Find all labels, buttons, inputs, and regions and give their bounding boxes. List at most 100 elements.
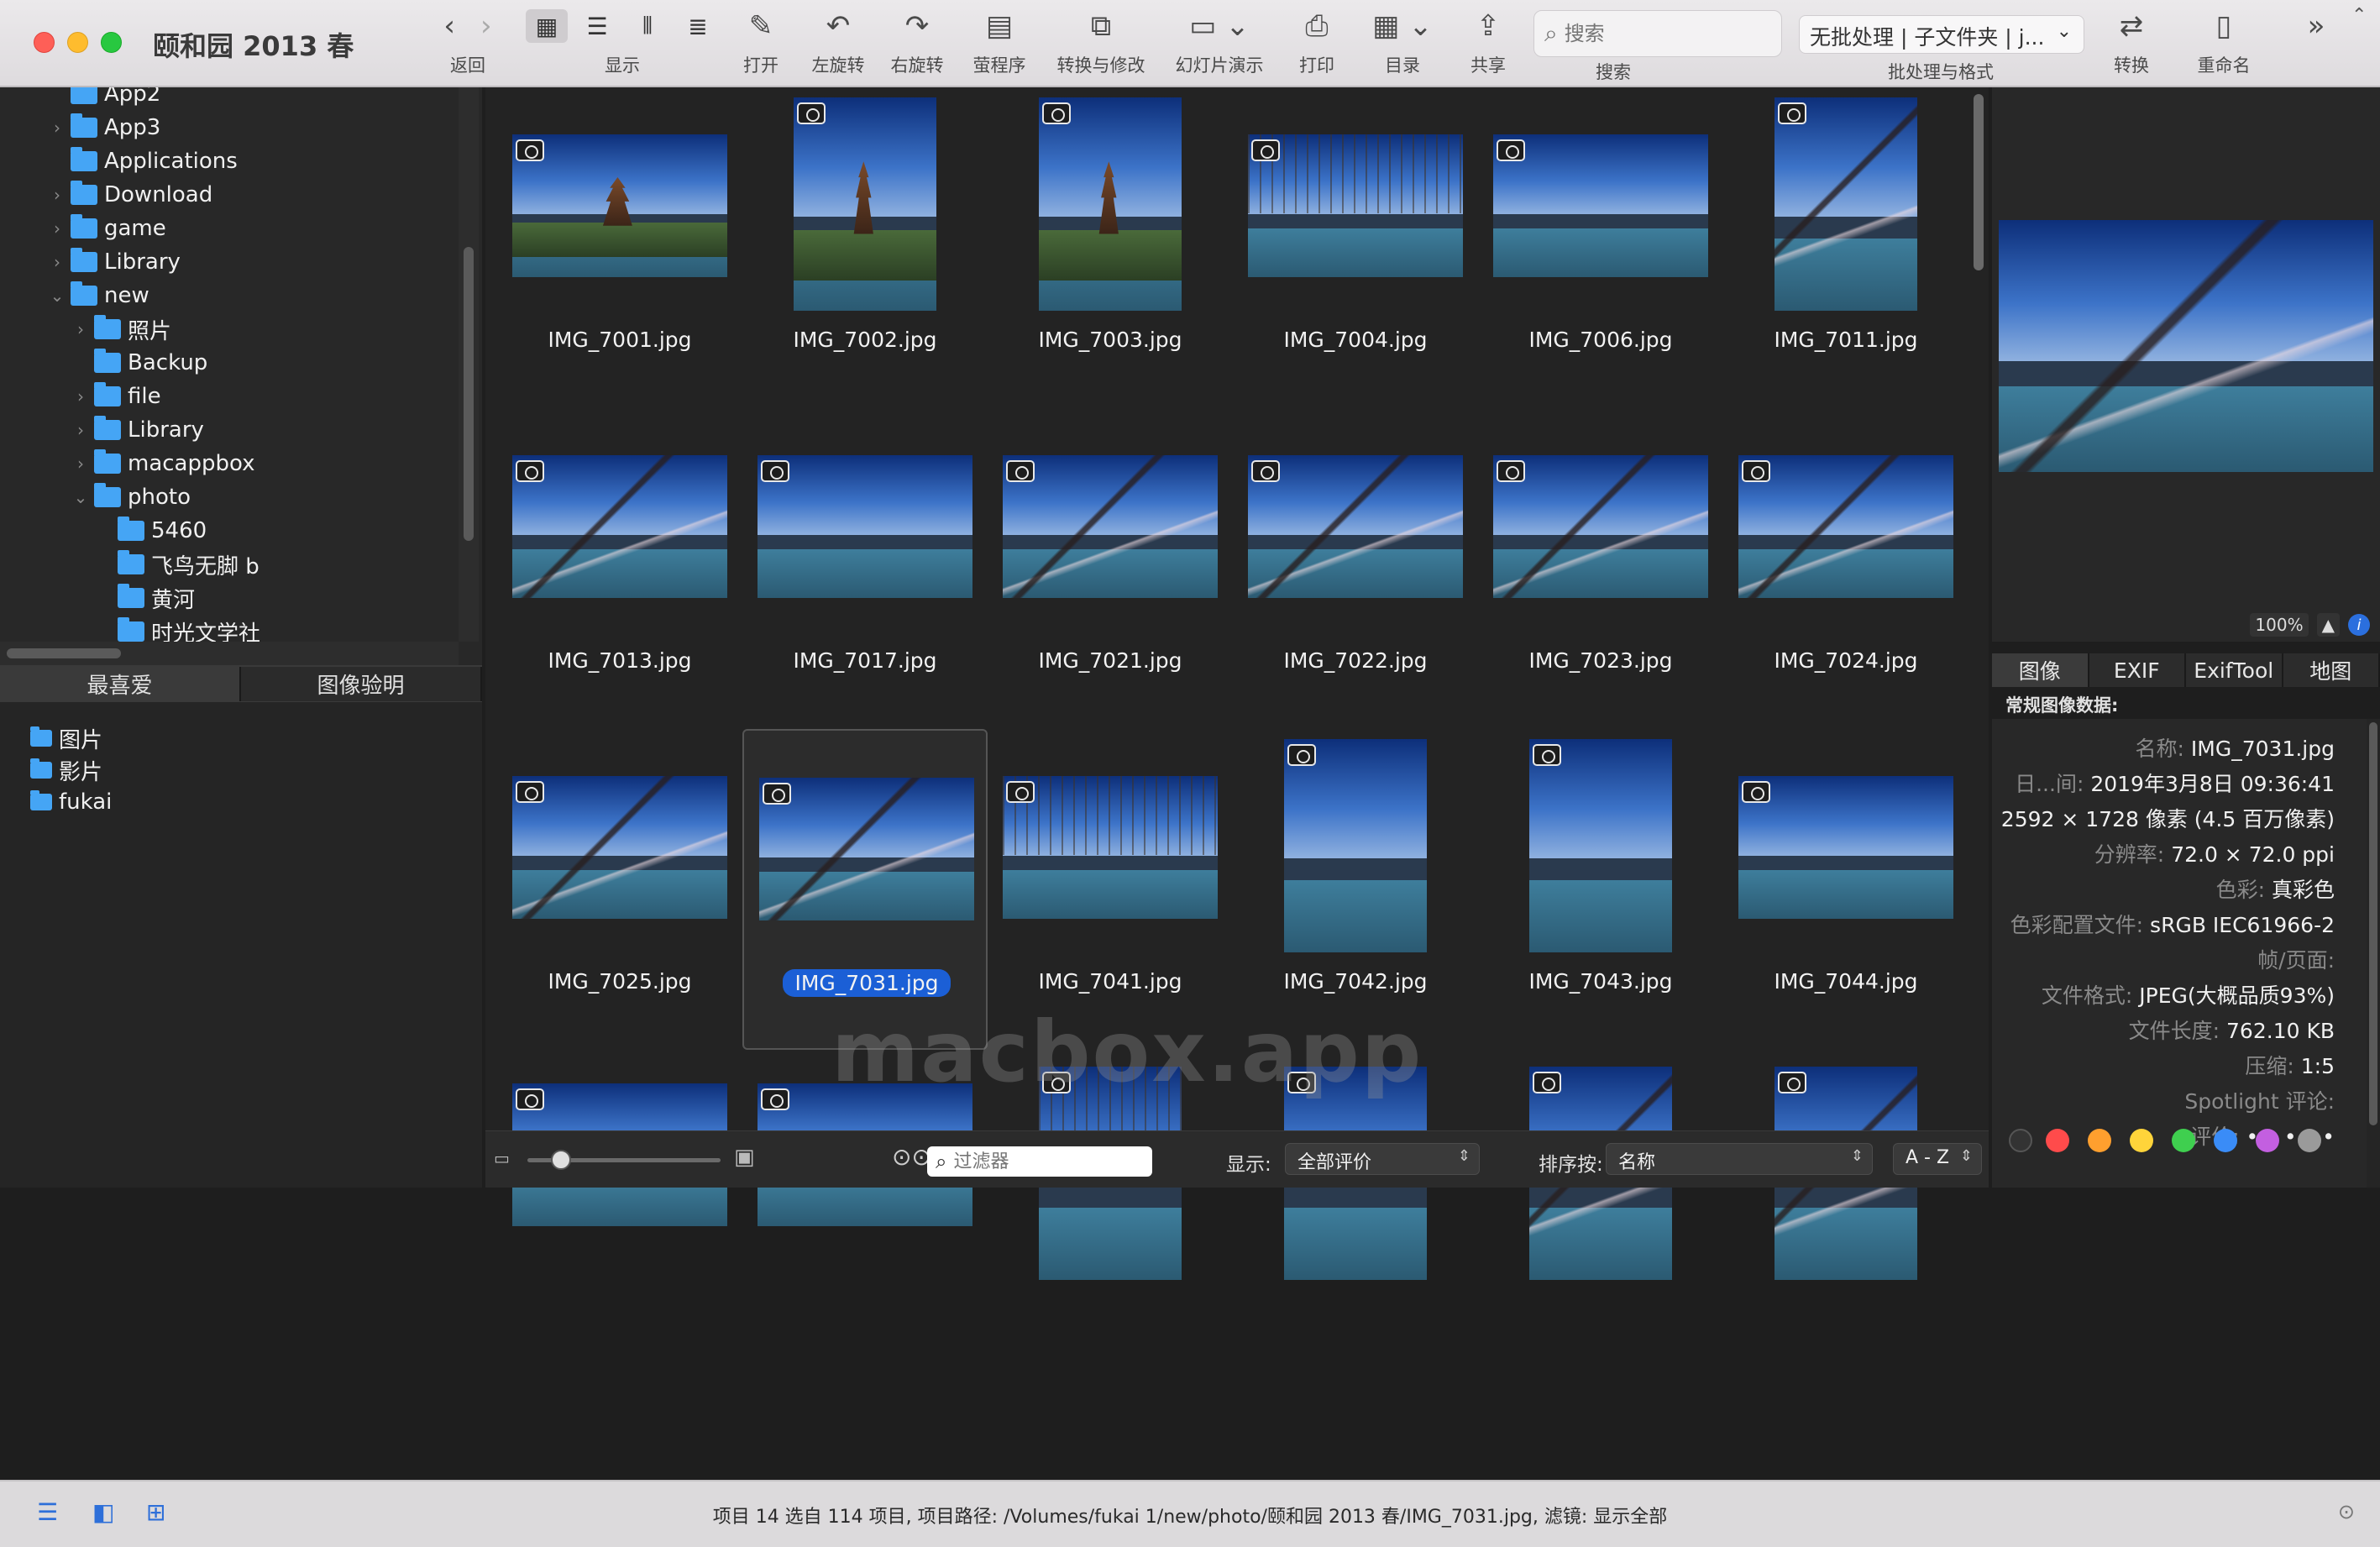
tab-exiftool[interactable]: ExifTool bbox=[2186, 653, 2283, 687]
photo-thumbnail[interactable] bbox=[758, 455, 972, 598]
tree-item[interactable]: 飞鸟无脚 b bbox=[94, 548, 259, 581]
color-label-dot[interactable] bbox=[2298, 1129, 2321, 1152]
color-label-dot[interactable] bbox=[2088, 1129, 2111, 1152]
photo-thumbnail[interactable] bbox=[1039, 97, 1182, 311]
preview-image[interactable] bbox=[1999, 220, 2373, 472]
filter-field[interactable]: ⌕ bbox=[927, 1146, 1152, 1177]
photo-thumbnail[interactable] bbox=[512, 134, 727, 277]
search-field[interactable]: ⌕ bbox=[1533, 10, 1782, 57]
color-label-dot[interactable] bbox=[2046, 1129, 2069, 1152]
tree-item[interactable]: ⌄ new bbox=[47, 279, 149, 312]
tree-item[interactable]: Applications bbox=[47, 144, 238, 178]
thumbnail-cell[interactable] bbox=[1478, 1050, 1723, 1371]
thumbnail-cell[interactable]: IMG_7042.jpg bbox=[1233, 729, 1478, 1050]
photo-thumbnail[interactable] bbox=[1003, 455, 1218, 598]
rename-button[interactable]: ▯ 重命名 bbox=[2194, 0, 2254, 87]
convert-button[interactable]: ⇄ 转换 bbox=[2106, 0, 2157, 87]
color-label-dot[interactable] bbox=[2130, 1129, 2153, 1152]
thumbnail-cell[interactable]: IMG_7031.jpg bbox=[742, 729, 988, 1050]
thumbnail-cell[interactable]: IMG_7025.jpg bbox=[497, 729, 742, 1050]
thumbnail-cell[interactable] bbox=[1723, 1050, 1968, 1371]
zoom-window-button[interactable] bbox=[101, 32, 122, 53]
photo-thumbnail[interactable] bbox=[1248, 455, 1463, 598]
thumbnail-cell[interactable]: IMG_7001.jpg bbox=[497, 87, 742, 408]
tree-item[interactable]: › Library bbox=[71, 413, 204, 447]
disclosure-icon[interactable]: › bbox=[47, 252, 67, 272]
thumbnail-cell[interactable]: IMG_7044.jpg bbox=[1723, 729, 1968, 1050]
convert-modify-button[interactable]: ⧉ 转换与修改 bbox=[1048, 0, 1154, 87]
color-label-dot[interactable] bbox=[2172, 1129, 2195, 1152]
forward-chevron-icon[interactable]: › bbox=[480, 9, 492, 43]
search-input[interactable] bbox=[1564, 22, 1758, 45]
thumbnail-cell[interactable]: IMG_7004.jpg bbox=[1233, 87, 1478, 408]
tab-image[interactable]: 图像 bbox=[1992, 653, 2089, 687]
photo-thumbnail[interactable] bbox=[1493, 455, 1708, 598]
disclosure-icon[interactable]: › bbox=[47, 118, 67, 138]
back-chevron-icon[interactable]: ‹ bbox=[443, 9, 455, 43]
share-button[interactable]: ⇪ 共享 bbox=[1463, 0, 1513, 87]
photo-thumbnail[interactable] bbox=[1003, 776, 1218, 919]
tree-item[interactable]: ⌄ photo bbox=[71, 480, 191, 514]
glasses-icon[interactable]: ⊙⊙ bbox=[892, 1143, 931, 1171]
favorite-item-fukai[interactable]: fukai bbox=[30, 786, 112, 818]
filter-input[interactable] bbox=[953, 1151, 1122, 1172]
disclosure-icon[interactable]: ⌄ bbox=[71, 487, 91, 507]
tree-vertical-scrollbar[interactable] bbox=[459, 87, 479, 642]
photo-thumbnail[interactable] bbox=[1775, 97, 1917, 311]
tree-item[interactable]: › macappbox bbox=[71, 447, 255, 480]
tree-item[interactable]: › game bbox=[47, 212, 166, 245]
favorite-item-pictures[interactable]: 图片 bbox=[30, 722, 102, 754]
print-button[interactable]: ⎙ 打印 bbox=[1292, 0, 1342, 87]
photo-thumbnail[interactable] bbox=[1529, 739, 1672, 952]
thumbnail-cell[interactable]: IMG_7003.jpg bbox=[988, 87, 1233, 408]
disclosure-icon[interactable]: › bbox=[71, 454, 91, 474]
thumbnail-cell[interactable]: IMG_7013.jpg bbox=[497, 408, 742, 729]
batch-format-select[interactable]: 无批处理 | 子文件夹 | j... ⌄ bbox=[1799, 15, 2084, 54]
tree-item[interactable]: 5460 bbox=[94, 514, 207, 548]
thumbnail-cell[interactable]: IMG_7002.jpg bbox=[742, 87, 988, 408]
tree-item[interactable]: › Library bbox=[47, 245, 181, 279]
toolbar-overflow-button[interactable]: » bbox=[2299, 0, 2333, 87]
photo-thumbnail[interactable] bbox=[794, 97, 936, 311]
catalog-button[interactable]: ▦ ⌄ 目录 bbox=[1369, 0, 1436, 87]
minimize-window-button[interactable] bbox=[67, 32, 88, 53]
disclosure-icon[interactable]: › bbox=[71, 386, 91, 406]
disclosure-icon[interactable]: › bbox=[47, 185, 67, 205]
tab-image-check[interactable]: 图像验明 bbox=[241, 667, 482, 701]
tab-map[interactable]: 地图 bbox=[2283, 653, 2380, 687]
photo-thumbnail[interactable] bbox=[512, 776, 727, 919]
disclosure-icon[interactable]: › bbox=[71, 319, 91, 339]
tree-item[interactable]: 黄河 bbox=[94, 581, 195, 615]
photo-thumbnail[interactable] bbox=[1493, 134, 1708, 277]
disclosure-icon[interactable]: › bbox=[47, 218, 67, 239]
toolbar-collapse-icon[interactable]: ⌃ bbox=[2351, 5, 2367, 26]
tree-item[interactable]: App2 bbox=[47, 87, 160, 111]
photo-thumbnail[interactable] bbox=[1248, 134, 1463, 277]
filmstrip-view-button[interactable]: ⫴ bbox=[626, 9, 668, 43]
no-color-label-button[interactable] bbox=[2009, 1129, 2032, 1152]
thumbnail-cell[interactable]: IMG_7006.jpg bbox=[1478, 87, 1723, 408]
info-icon[interactable]: i bbox=[2348, 614, 2370, 636]
tree-item[interactable]: › App3 bbox=[47, 111, 160, 144]
slideshow-button[interactable]: ▭ ⌄ 幻灯片演示 bbox=[1169, 0, 1270, 87]
color-label-dot[interactable] bbox=[2256, 1129, 2279, 1152]
photo-thumbnail[interactable] bbox=[1738, 776, 1953, 919]
status-options-icon[interactable]: ⊙ bbox=[2338, 1500, 2355, 1523]
tree-item[interactable]: › Download bbox=[47, 178, 212, 212]
favorite-item-movies[interactable]: 影片 bbox=[30, 754, 102, 786]
thumbnail-cell[interactable]: IMG_7011.jpg bbox=[1723, 87, 1968, 408]
thumbnail-cell[interactable]: IMG_7022.jpg bbox=[1233, 408, 1478, 729]
rotate-right-button[interactable]: ↷ 右旋转 bbox=[883, 0, 951, 87]
close-window-button[interactable] bbox=[34, 32, 55, 53]
zoom-level-badge[interactable]: 100% bbox=[2250, 613, 2309, 637]
sort-select[interactable]: 名称 ⇕ bbox=[1606, 1143, 1873, 1175]
thumbnail-cell[interactable]: IMG_7043.jpg bbox=[1478, 729, 1723, 1050]
rating-filter-select[interactable]: 全部评价 ⇕ bbox=[1285, 1143, 1480, 1175]
tree-item[interactable]: › file bbox=[71, 380, 161, 413]
rotate-left-button[interactable]: ↶ 左旋转 bbox=[805, 0, 872, 87]
metadata-scrollbar[interactable] bbox=[2367, 719, 2380, 1188]
thumbnail-cell[interactable]: IMG_7041.jpg bbox=[988, 729, 1233, 1050]
thumbnail-grid-view-button[interactable]: ▦ bbox=[526, 9, 568, 43]
grid-vertical-scrollbar[interactable] bbox=[1968, 87, 1989, 1130]
list-view-button[interactable]: ☰ bbox=[576, 9, 618, 43]
